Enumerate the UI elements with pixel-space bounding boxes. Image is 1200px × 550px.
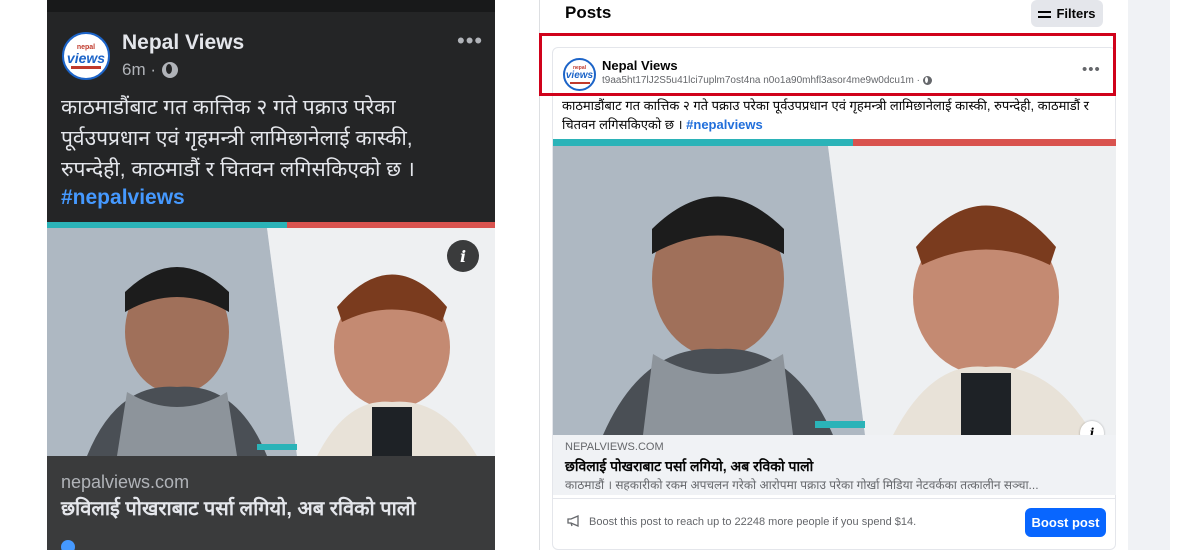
post-meta: 6m · <box>122 60 178 80</box>
info-icon[interactable]: i <box>447 240 479 272</box>
post-image-graphic <box>47 222 495 456</box>
post-text: काठमाडौंबाट गत कात्तिक २ गते पक्राउ परेक… <box>61 96 415 181</box>
link-description: काठमाडौं । सहकारीको रकम अपचलन गरेको आरोप… <box>565 478 1039 492</box>
filters-icon <box>1038 9 1052 19</box>
post-image-graphic <box>553 139 1116 435</box>
logo-bar <box>71 65 101 69</box>
post-id[interactable]: t9aa5ht17lJ2S5u41lci7uplm7ost4na n0o1a90… <box>602 75 920 86</box>
link-domain: NEPALVIEWS.COM <box>565 441 664 453</box>
link-headline[interactable]: छविलाई पोखराबाट पर्सा लगियो, अब रविको पा… <box>565 457 813 476</box>
post-image[interactable]: i <box>47 222 495 456</box>
page-avatar[interactable]: nepal views <box>62 32 110 80</box>
page-name[interactable]: Nepal Views <box>602 58 678 73</box>
more-horizontal-icon[interactable]: ••• <box>1082 61 1101 78</box>
filters-button[interactable]: Filters <box>1031 0 1103 27</box>
post-hashtag[interactable]: #nepalviews <box>686 117 763 132</box>
boost-divider <box>553 498 1116 499</box>
post-text-body: काठमाडौंबाट गत कात्तिक २ गते पक्राउ परेक… <box>562 98 1089 132</box>
mobile-post-screenshot: nepal views Nepal Views 6m · ••• काठमाडौ… <box>47 0 495 550</box>
globe-icon <box>162 62 178 78</box>
post-time[interactable]: 6m · <box>122 60 156 80</box>
page-avatar[interactable]: nepal views <box>563 58 596 91</box>
globe-icon <box>923 76 932 85</box>
panel-divider <box>539 0 540 550</box>
more-horizontal-icon[interactable]: ••• <box>457 28 483 54</box>
link-headline[interactable]: छविलाई पोखराबाट पर्सा लगियो, अब रविको पा… <box>61 494 416 521</box>
section-title: Posts <box>565 3 612 22</box>
megaphone-icon <box>567 515 579 527</box>
post-image[interactable]: i <box>553 139 1116 435</box>
post-hashtag[interactable]: #nepalviews <box>61 186 185 210</box>
logo-main-text: views <box>565 69 594 81</box>
boost-text: Boost this post to reach up to 22248 mor… <box>589 516 917 528</box>
link-domain: nepalviews.com <box>61 472 190 492</box>
logo-main-text: views <box>66 49 106 66</box>
mobile-top-strip <box>47 0 495 12</box>
boost-post-button[interactable]: Boost post <box>1025 508 1106 537</box>
page-name[interactable]: Nepal Views <box>122 31 244 55</box>
reaction-icon <box>61 540 75 550</box>
logo-bar <box>569 81 590 84</box>
post-meta: t9aa5ht17lJ2S5u41lci7uplm7ost4na n0o1a90… <box>602 75 932 86</box>
filters-label: Filters <box>1056 6 1096 21</box>
panel-right-shade <box>1128 0 1170 550</box>
post-text: काठमाडौंबाट गत कात्तिक २ गते पक्राउ परेक… <box>562 96 1112 134</box>
